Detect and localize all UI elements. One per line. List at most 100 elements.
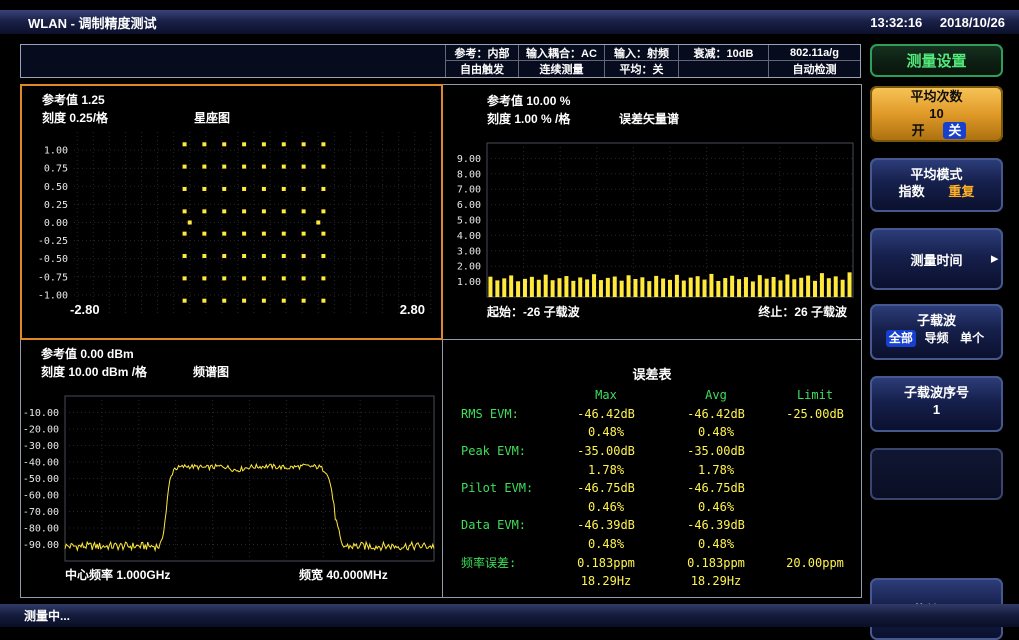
constellation-point <box>302 299 306 303</box>
constellation-point <box>262 165 266 169</box>
evm-x-start-label: 起始：-26 子载波 <box>487 303 580 320</box>
subcarrier-index-value: 1 <box>870 401 1003 418</box>
constellation-x-min-label: -2.80 <box>70 302 100 317</box>
tick-label: 5.00 <box>457 216 481 227</box>
measurement-setup-button[interactable]: 测量设置 <box>870 44 1003 77</box>
tick-label: -50.00 <box>23 474 59 485</box>
evm-bar <box>530 277 534 297</box>
average-mode-repeat-option[interactable]: 重复 <box>943 183 979 200</box>
constellation-point <box>242 187 246 191</box>
constellation-point <box>302 187 306 191</box>
average-count-label: 平均次数 <box>870 88 1003 105</box>
error-table-panel[interactable]: 误差表 MaxAvgLimitRMS EVM:-46.42dB-46.42dB-… <box>442 339 862 598</box>
average-mode-exponential-option[interactable]: 指数 <box>894 183 930 200</box>
constellation-panel[interactable]: 1.000.750.500.250.00-0.25-0.50-0.75-1.00… <box>20 84 443 340</box>
subcarrier-index-label: 子载波序号 <box>870 384 1003 401</box>
tick-label: 0.00 <box>44 218 68 229</box>
evm-bar <box>716 281 720 297</box>
constellation-point <box>302 232 306 236</box>
evm-spectrum-panel[interactable]: 9.008.007.006.005.004.003.002.001.00 参考值… <box>442 84 862 340</box>
constellation-point <box>183 187 187 191</box>
softkey-subcarrier[interactable]: 子载波 全部 导频 单个 <box>870 304 1003 360</box>
constellation-point <box>202 232 206 236</box>
constellation-point <box>282 165 286 169</box>
average-off-option[interactable]: 关 <box>943 122 966 139</box>
constellation-point <box>242 254 246 258</box>
evm-bar <box>488 277 492 297</box>
subcarrier-single-option[interactable]: 单个 <box>957 330 987 347</box>
evm-bar <box>661 279 665 297</box>
softkey-average-mode[interactable]: 平均模式 指数 重复 <box>870 158 1003 212</box>
constellation-point <box>202 209 206 213</box>
subcarrier-pilot-option[interactable]: 导频 <box>921 330 951 347</box>
constellation-point <box>183 165 187 169</box>
evm-bar <box>778 280 782 297</box>
constellation-point <box>242 165 246 169</box>
constellation-point <box>202 165 206 169</box>
evm-bar <box>772 277 776 297</box>
evm-bar <box>689 278 693 297</box>
constellation-point <box>282 209 286 213</box>
constellation-point <box>188 221 192 225</box>
constellation-point <box>222 187 226 191</box>
error-row-label: 频率误差: <box>451 554 551 571</box>
error-row-value: -46.75dB <box>551 481 661 495</box>
evm-bar <box>730 276 734 297</box>
evm-bar <box>620 281 624 297</box>
error-row-value: -46.42dB <box>661 407 771 421</box>
softkey-average-count[interactable]: 平均次数 10 开 关 <box>870 86 1003 142</box>
constellation-point <box>242 299 246 303</box>
error-row-value: -46.75dB <box>661 481 771 495</box>
evm-bar <box>765 279 769 297</box>
evm-bar <box>627 275 631 297</box>
constellation-point <box>242 142 246 146</box>
constellation-point <box>222 165 226 169</box>
constellation-point <box>302 142 306 146</box>
settings-grid: 参考：内部输入耦合：AC输入：射频衰减：10dB802.11a/g自由触发连续测… <box>446 45 860 77</box>
evm-bar <box>599 280 603 297</box>
title-bar: WLAN - 调制精度测试 13:32:16 2018/10/26 <box>0 10 1019 34</box>
status-bar: 测量中... <box>0 604 1019 627</box>
constellation-point <box>202 276 206 280</box>
tick-label: 1.00 <box>44 146 68 157</box>
error-row-value: 0.48% <box>661 537 771 551</box>
submenu-arrow-icon: ▶ <box>991 254 998 265</box>
evm-bar <box>647 281 651 297</box>
setting-cell: 输入耦合：AC <box>519 45 605 61</box>
evm-bar <box>578 277 582 297</box>
softkey-subcarrier-index[interactable]: 子载波序号 1 <box>870 376 1003 432</box>
spectrum-panel[interactable]: -10.00-20.00-30.00-40.00-50.00-60.00-70.… <box>20 339 443 598</box>
error-table-column-header: Avg <box>661 388 771 402</box>
error-table-row: 1.78%1.78% <box>451 460 857 479</box>
evm-bar <box>723 278 727 297</box>
constellation-point <box>183 254 187 258</box>
evm-bar <box>668 280 672 297</box>
constellation-point <box>321 187 325 191</box>
constellation-point <box>183 299 187 303</box>
evm-bar <box>785 275 789 297</box>
evm-bar <box>799 278 803 297</box>
error-row-value: 0.48% <box>661 425 771 439</box>
softkey-measurement-time[interactable]: 测量时间 ▶ <box>870 228 1003 290</box>
setting-cell: 平均：关 <box>605 61 679 77</box>
error-row-value: 20.00ppm <box>771 556 859 570</box>
subcarrier-all-option[interactable]: 全部 <box>886 330 916 347</box>
average-on-option[interactable]: 开 <box>907 122 930 139</box>
error-row-value: -25.00dB <box>771 407 859 421</box>
error-table-row: 0.48%0.48% <box>451 423 857 442</box>
error-table-row: Peak EVM:-35.00dB-35.00dB <box>451 442 857 461</box>
error-row-label: Peak EVM: <box>451 444 551 458</box>
constellation-point <box>302 254 306 258</box>
setting-cell: 衰减：10dB <box>679 45 769 61</box>
error-row-value: -46.39dB <box>551 518 661 532</box>
evm-bar <box>834 276 838 297</box>
error-row-value: 0.48% <box>551 425 661 439</box>
constellation-point <box>183 142 187 146</box>
evm-bar <box>544 275 548 297</box>
error-row-value: 0.48% <box>551 537 661 551</box>
evm-bar <box>703 280 707 297</box>
tick-label: -60.00 <box>23 491 59 502</box>
error-table-row: 18.29Hz18.29Hz <box>451 572 857 591</box>
error-row-label: Data EVM: <box>451 518 551 532</box>
measurement-setup-label: 测量设置 <box>906 50 966 71</box>
